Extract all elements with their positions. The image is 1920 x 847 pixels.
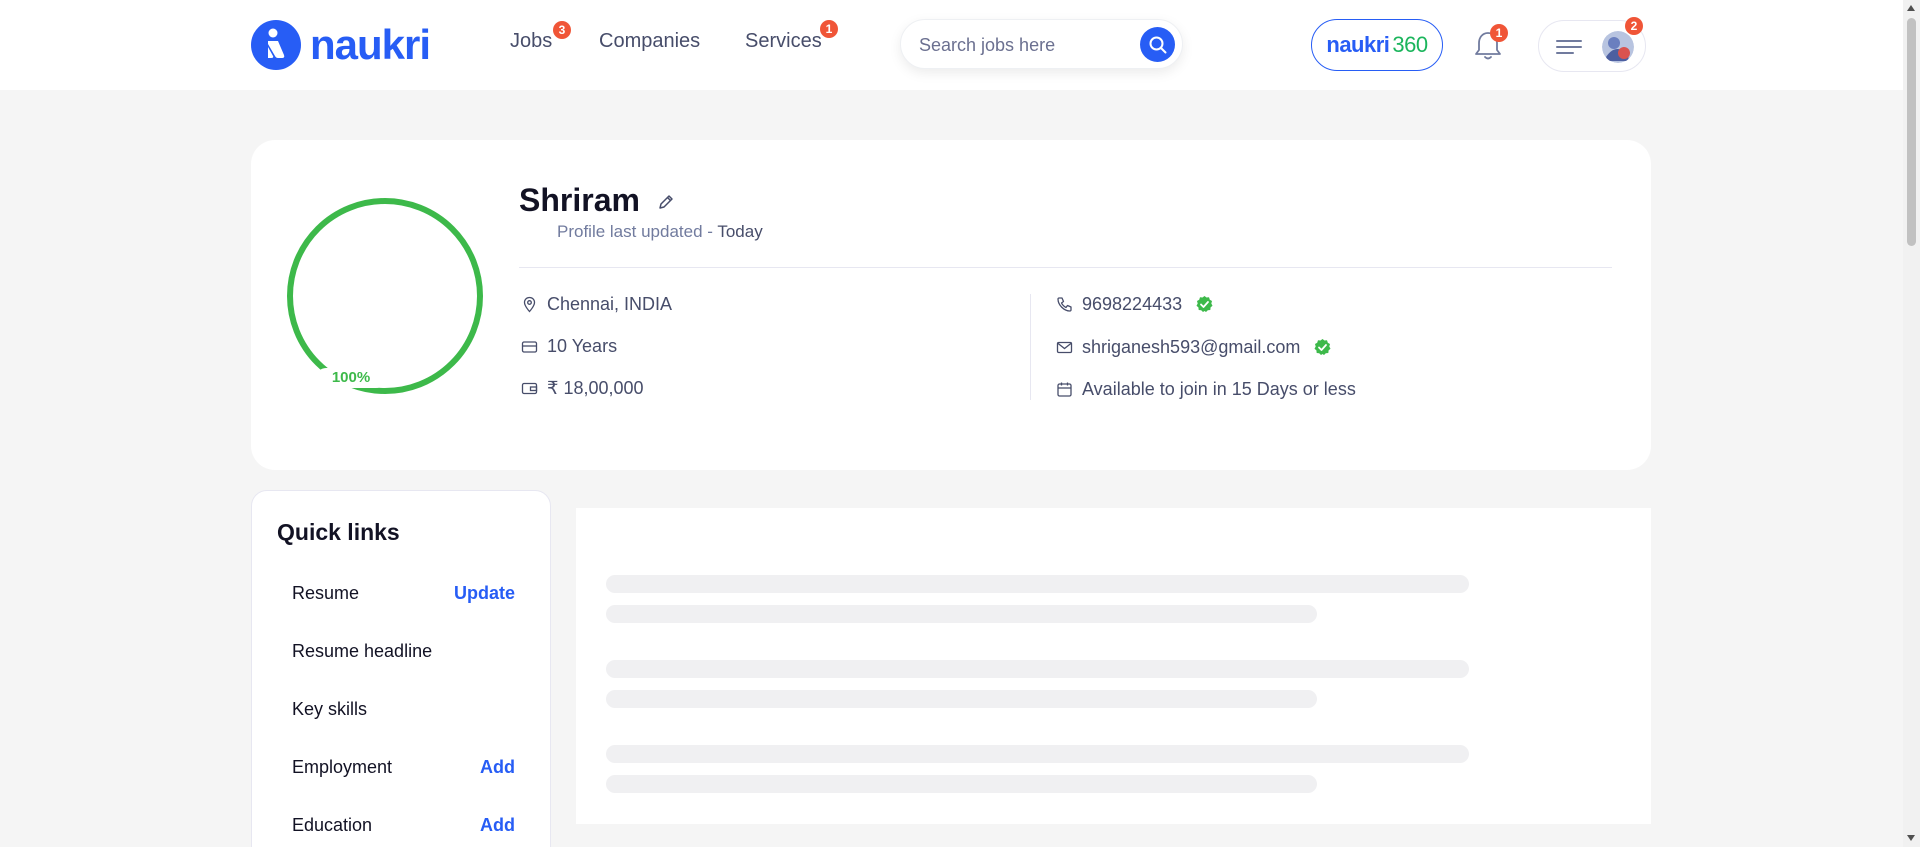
quick-link-employment[interactable]: Employment Add: [292, 757, 515, 778]
profile-name: Shriram: [519, 182, 640, 218]
quick-links-panel: Quick links Resume Update Resume headlin…: [251, 490, 551, 847]
quick-link-education[interactable]: Education Add: [292, 815, 515, 836]
verified-check-icon: [1196, 296, 1213, 312]
notifications-count-badge: 1: [1490, 24, 1508, 42]
quick-link-key-skills[interactable]: Key skills: [292, 699, 515, 720]
quick-link-label: Education: [292, 815, 373, 835]
skeleton-line: [606, 660, 1469, 678]
skeleton-line: [606, 745, 1469, 763]
naukri-logo[interactable]: naukri: [251, 20, 431, 70]
nav-jobs-label: Jobs: [510, 30, 553, 52]
profile-completion-percent: 100%: [316, 368, 386, 388]
edit-pencil-icon[interactable]: [656, 192, 676, 212]
quick-link-label: Employment: [292, 757, 393, 777]
hamburger-menu-icon: [1556, 40, 1582, 54]
phone-icon: [1057, 297, 1072, 312]
naukri-logo-icon: [251, 20, 301, 70]
profile-location: Chennai, INDIA: [521, 294, 672, 315]
search-input[interactable]: [919, 32, 1119, 58]
profile-column-divider: [1030, 294, 1031, 400]
quick-links-title: Quick links: [277, 519, 400, 545]
calendar-icon: [1057, 382, 1072, 397]
naukri360-number: 360: [1392, 32, 1428, 57]
profile-updated-value: Today: [717, 222, 763, 241]
profile-salary-text: ₹ 18,00,000: [547, 378, 644, 398]
profile-phone-text: 9698224433: [1082, 294, 1183, 314]
avatar-image: [1602, 31, 1634, 63]
nav-companies-label: Companies: [599, 30, 701, 52]
content-loading-skeleton: [576, 508, 1651, 824]
profile-card: 100% Shriram Profile last updated - Toda…: [251, 140, 1651, 470]
profile-last-updated: Profile last updated - Today: [557, 222, 763, 242]
profile-experience: 10 Years: [521, 336, 617, 357]
skeleton-line: [606, 775, 1317, 793]
resume-update-link[interactable]: Update: [454, 583, 515, 604]
scroll-down-arrow[interactable]: [1907, 835, 1915, 841]
briefcase-icon: [521, 341, 538, 353]
nav-services-label: Services: [745, 30, 822, 52]
mail-icon: [1056, 341, 1073, 354]
search-bar: [900, 19, 1183, 69]
profile-updated-label: Profile last updated -: [557, 222, 718, 241]
profile-phone: 9698224433: [1056, 294, 1214, 315]
profile-experience-text: 10 Years: [547, 336, 618, 356]
scroll-up-arrow[interactable]: [1907, 5, 1915, 11]
nav-services[interactable]: Services 1: [745, 20, 838, 53]
profile-divider: [519, 267, 1612, 268]
scrollbar-thumb[interactable]: [1907, 18, 1916, 246]
quick-link-label: Resume headline: [292, 641, 433, 661]
notifications-button[interactable]: 1: [1473, 24, 1508, 62]
profile-completion-ring: [287, 198, 483, 394]
quick-link-label: Key skills: [292, 699, 368, 719]
quick-link-resume-headline[interactable]: Resume headline: [292, 641, 515, 662]
naukri360-button[interactable]: naukri 360: [1311, 19, 1443, 71]
page-scrollbar[interactable]: [1903, 0, 1920, 847]
profile-availability: Available to join in 15 Days or less: [1056, 379, 1356, 400]
avatar: [1602, 31, 1634, 63]
skeleton-line: [606, 605, 1317, 623]
profile-menu-button[interactable]: 2: [1538, 17, 1646, 72]
employment-add-link[interactable]: Add: [480, 757, 515, 778]
profile-availability-text: Available to join in 15 Days or less: [1082, 379, 1356, 399]
quick-link-resume[interactable]: Resume Update: [292, 583, 515, 604]
nav-companies[interactable]: Companies: [599, 30, 700, 53]
jobs-count-badge: 3: [553, 21, 571, 39]
menu-count-badge: 2: [1625, 17, 1643, 35]
location-pin-icon: [523, 296, 536, 313]
verified-check-icon: [1314, 339, 1331, 355]
profile-email-text: shriganesh593@gmail.com: [1082, 337, 1301, 357]
quick-link-label: Resume: [292, 583, 360, 603]
search-icon: [1149, 36, 1166, 53]
top-navbar: naukri Jobs 3 Companies Services 1 naukr…: [0, 0, 1903, 90]
profile-salary: ₹ 18,00,000: [521, 378, 644, 399]
logo-text: naukri: [310, 21, 431, 68]
skeleton-line: [606, 575, 1469, 593]
naukri360-word: naukri: [1326, 32, 1390, 57]
skeleton-line: [606, 690, 1317, 708]
profile-email: shriganesh593@gmail.com: [1056, 337, 1332, 358]
education-add-link[interactable]: Add: [480, 815, 515, 836]
services-count-badge: 1: [820, 20, 838, 38]
wallet-icon: [521, 382, 538, 395]
profile-location-text: Chennai, INDIA: [547, 294, 673, 314]
nav-jobs[interactable]: Jobs 3: [510, 21, 571, 53]
search-button[interactable]: [1140, 27, 1175, 62]
